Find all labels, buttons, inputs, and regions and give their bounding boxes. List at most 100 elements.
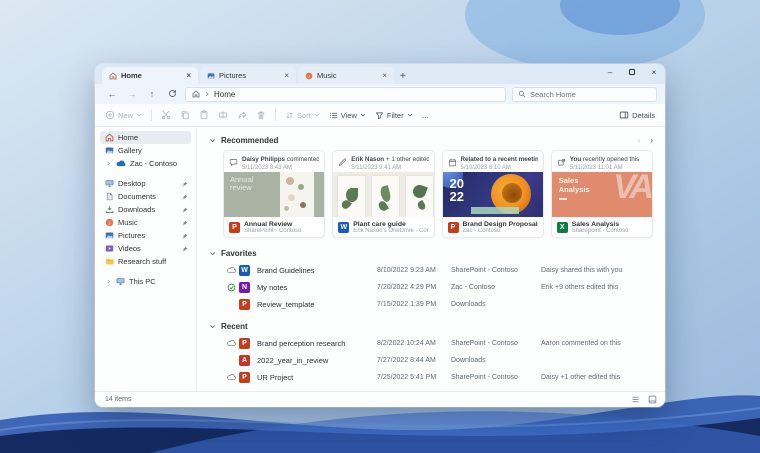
details-button[interactable]: Details: [619, 110, 655, 120]
sidebar-item-home[interactable]: Home: [100, 131, 191, 144]
pin-icon: [182, 220, 188, 226]
file-date: 7/20/2022 4:29 PM: [377, 284, 437, 291]
file-location: SharePoint - Contoso: [451, 374, 518, 381]
filter-button[interactable]: Filter: [375, 111, 413, 120]
chevron-down-icon: [407, 112, 413, 118]
tab-home[interactable]: Home ×: [102, 67, 198, 84]
file-row-my-notes[interactable]: N My notes 7/20/2022 4:29 PM Zac - Conto…: [209, 279, 653, 296]
search-icon: [518, 90, 526, 98]
file-name: Plant care guide: [353, 220, 406, 228]
tab-music[interactable]: ♪ Music ×: [298, 67, 394, 84]
file-location: Erik Nason's OneDrive - Contoso: [353, 227, 428, 234]
sidebar-item-pictures[interactable]: Pictures: [100, 229, 191, 242]
cut-icon[interactable]: [161, 110, 171, 120]
rename-icon[interactable]: [218, 110, 228, 120]
cloud-status-icon: [223, 266, 239, 275]
sidebar-item-gallery[interactable]: Gallery: [100, 144, 191, 157]
close-button[interactable]: ×: [643, 64, 665, 80]
carousel-next-icon[interactable]: ›: [650, 136, 653, 145]
file-row-review-template[interactable]: P Review_template 7/15/2022 1:39 PM Down…: [209, 296, 653, 313]
maximize-button[interactable]: [621, 64, 643, 80]
recommended-card-annual-review[interactable]: Daisy Philipps commented on... 5/11/2023…: [223, 150, 326, 238]
file-date: 8/10/2022 9:23 AM: [377, 267, 436, 274]
sidebar-item-desktop[interactable]: Desktop: [100, 177, 191, 190]
window-caption-buttons: – ×: [599, 64, 665, 80]
recommended-card-plant-care-guide[interactable]: Erik Nason + 1 other edited this 5/11/20…: [332, 150, 435, 238]
chevron-down-icon[interactable]: [209, 137, 216, 144]
pin-icon: [182, 246, 188, 252]
sidebar-item-research-stuff[interactable]: Research stuff: [100, 255, 191, 268]
chevron-down-icon[interactable]: [209, 250, 216, 257]
word-file-icon: W: [239, 265, 250, 276]
refresh-button[interactable]: [165, 89, 179, 100]
powerpoint-file-icon: P: [447, 221, 459, 233]
carousel-prev-icon[interactable]: ‹: [638, 136, 641, 145]
forward-button[interactable]: →: [125, 89, 139, 99]
recommended-card-sales-analysis[interactable]: You recently opened this 5/11/2023 11:01…: [550, 150, 653, 238]
details-view-icon[interactable]: [631, 395, 640, 404]
filter-icon: [375, 111, 384, 120]
paste-icon[interactable]: [199, 110, 209, 120]
file-location: Zac - Contoso: [462, 227, 501, 234]
sidebar-item-videos[interactable]: Videos: [100, 242, 191, 255]
file-date: 8/2/2022 10:24 AM: [377, 340, 436, 347]
sidebar-item-music[interactable]: ♪ Music: [100, 216, 191, 229]
open-recent-icon: [557, 156, 566, 169]
copy-icon[interactable]: [180, 110, 190, 120]
chevron-down-icon: [136, 112, 142, 118]
file-location: SharePoint - Contoso: [244, 227, 302, 234]
sidebar-item-this-pc[interactable]: This PC: [100, 275, 191, 288]
file-thumbnail: VA Sales Analysis: [551, 172, 652, 217]
tab-pictures[interactable]: Pictures ×: [200, 67, 296, 84]
tab-close-icon[interactable]: ×: [184, 71, 193, 80]
synced-check-icon: [223, 283, 239, 292]
maximize-icon: [629, 69, 635, 75]
search-input[interactable]: [530, 89, 651, 99]
minimize-button[interactable]: –: [599, 64, 621, 80]
card-activity-text: Daisy Philipps commented on... 5/11/2023…: [242, 156, 320, 169]
up-button[interactable]: ↑: [145, 89, 159, 99]
tab-close-icon[interactable]: ×: [380, 71, 389, 80]
tab-close-icon[interactable]: ×: [282, 71, 291, 80]
card-activity: Daisy Philipps commented on... 5/11/2023…: [224, 151, 324, 172]
view-button[interactable]: View: [329, 111, 366, 120]
search-box[interactable]: [512, 86, 657, 102]
chevron-right-icon: [204, 91, 210, 97]
file-name: 2022_year_in_review: [257, 356, 329, 365]
file-row-brand-guidelines[interactable]: W Brand Guidelines 8/10/2022 9:23 AM Sha…: [209, 262, 653, 279]
sidebar-item-documents[interactable]: Documents: [100, 190, 191, 203]
recommended-section-header: Recommended ‹ ›: [209, 133, 653, 147]
gallery-icon: [105, 146, 114, 155]
back-button[interactable]: ←: [105, 89, 119, 99]
more-options-button[interactable]: …: [422, 111, 430, 120]
sidebar-item-onedrive[interactable]: Zac - Contoso: [100, 157, 191, 170]
card-footer: W Plant care guide Erik Nason's OneDrive…: [333, 217, 433, 237]
new-button[interactable]: New: [105, 110, 142, 120]
share-icon[interactable]: [237, 110, 247, 120]
file-row-ur-project[interactable]: P UR Project 7/25/2022 5:41 PM SharePoin…: [209, 369, 653, 386]
sidebar-item-label: Pictures: [118, 231, 146, 240]
file-row-brand-perception-research[interactable]: P Brand perception research 8/2/2022 10:…: [209, 335, 653, 352]
breadcrumb[interactable]: Home: [185, 86, 506, 102]
home-tab-icon: [109, 71, 117, 80]
chevron-right-icon[interactable]: [105, 279, 112, 284]
sidebar-item-downloads[interactable]: Downloads: [100, 203, 191, 216]
pin-icon: [182, 207, 188, 213]
new-tab-button[interactable]: +: [400, 72, 406, 82]
delete-icon[interactable]: [256, 110, 266, 120]
details-pane-icon: [619, 110, 629, 120]
file-thumbnail: Annual review: [224, 172, 325, 217]
music-tab-icon: ♪: [305, 72, 313, 80]
file-row-2022-year-in-review[interactable]: A 2022_year_in_review 7/27/2022 8:44 AM …: [209, 352, 653, 369]
thumbnail-photo: [280, 172, 315, 217]
chevron-down-icon[interactable]: [209, 323, 216, 330]
sort-button[interactable]: Sort: [285, 111, 320, 120]
card-timestamp: 5/11/2023 9:41 AM: [351, 165, 402, 169]
large-icons-view-icon[interactable]: [648, 395, 657, 404]
recommended-card-brand-design-proposal[interactable]: Related to a recent meeting 5/10/2023 8:…: [441, 150, 544, 238]
content-area: Recommended ‹ › Daisy Philipps commented…: [197, 127, 665, 391]
desktop-wallpaper: Home × Pictures × ♪ Music × + – × ← → ↑ …: [0, 0, 760, 453]
card-file-info: Brand Design Proposal_v2022 Zac - Contos…: [463, 221, 538, 234]
file-name: Review_template: [257, 300, 315, 309]
chevron-right-icon[interactable]: [105, 161, 112, 166]
